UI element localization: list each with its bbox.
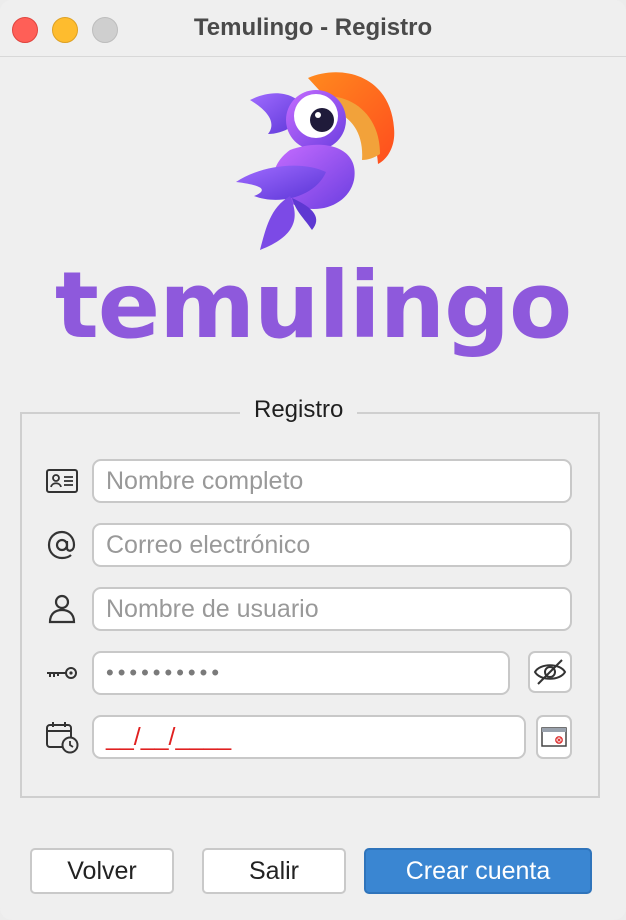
toggle-password-visibility-button[interactable] [528, 651, 572, 693]
password-input[interactable]: •••••••••• [92, 651, 510, 695]
full-name-input[interactable]: Nombre completo [92, 459, 572, 503]
key-icon [47, 667, 77, 679]
create-account-button[interactable]: Crear cuenta [364, 848, 592, 894]
registration-window: Temulingo - Registro temulingo Registro … [0, 0, 626, 920]
title-bar: Temulingo - Registro [0, 0, 626, 57]
registration-legend: Registro [240, 396, 358, 424]
calendar-picker-icon [541, 727, 567, 747]
birth-date-input[interactable]: __/__/____ [92, 715, 526, 759]
back-button[interactable]: Volver [30, 848, 174, 894]
email-input[interactable]: Correo electrónico [92, 523, 572, 567]
window-title: Temulingo - Registro [193, 14, 433, 41]
eye-slash-icon [533, 659, 567, 685]
user-icon [48, 594, 76, 624]
parrot-logo-icon [236, 72, 395, 250]
at-sign-icon [47, 530, 76, 560]
brand-wordmark: temulingo [54, 252, 572, 359]
exit-button[interactable]: Salir [202, 848, 346, 894]
date-picker-button[interactable] [536, 715, 572, 759]
username-input[interactable]: Nombre de usuario [92, 587, 572, 631]
id-card-icon [46, 469, 78, 493]
calendar-clock-icon [46, 722, 79, 754]
